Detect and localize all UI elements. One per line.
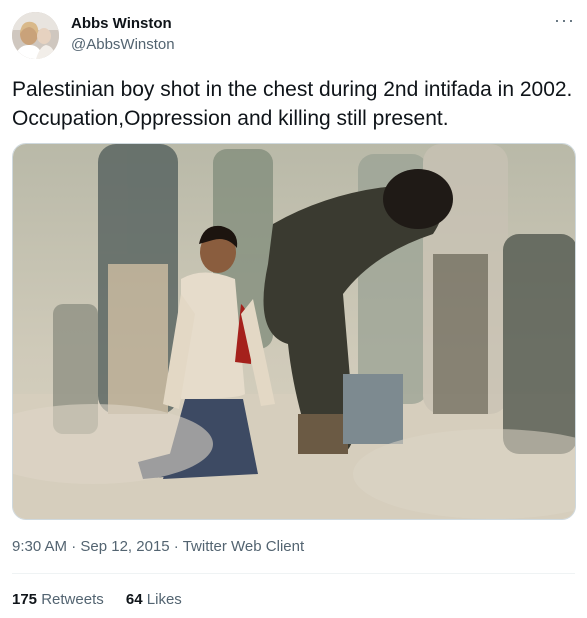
- meta-separator: ·: [169, 538, 183, 555]
- avatar-image: [12, 12, 59, 59]
- more-dots-icon[interactable]: ···: [554, 10, 575, 30]
- retweets-count: 175: [12, 591, 38, 608]
- divider: [12, 573, 575, 574]
- tweet-date[interactable]: Sep 12, 2015: [80, 538, 169, 555]
- photo-image: [13, 144, 575, 519]
- tweet-photo[interactable]: [12, 143, 576, 520]
- meta-separator: ·: [67, 538, 81, 555]
- likes-label: Likes: [146, 591, 182, 608]
- tweet-time[interactable]: 9:30 AM: [12, 538, 67, 555]
- likes-stat[interactable]: 64 Likes: [126, 591, 182, 608]
- tweet-meta: 9:30 AM · Sep 12, 2015 · Twitter Web Cli…: [12, 538, 304, 555]
- tweet-header: Abbs Winston @AbbsWinston ···: [12, 10, 575, 60]
- tweet-text: Palestinian boy shot in the chest during…: [12, 78, 573, 130]
- likes-count: 64: [125, 591, 143, 608]
- retweets-stat[interactable]: 175 Retweets: [12, 591, 104, 608]
- tweet-stats: 175 Retweets 64 Likes: [12, 591, 200, 608]
- author-handle[interactable]: @AbbsWinston: [71, 36, 175, 53]
- tweet-client[interactable]: Twitter Web Client: [183, 538, 304, 555]
- author-name[interactable]: Abbs Winston: [71, 15, 172, 32]
- avatar[interactable]: [12, 12, 59, 59]
- retweets-label: Retweets: [41, 591, 104, 608]
